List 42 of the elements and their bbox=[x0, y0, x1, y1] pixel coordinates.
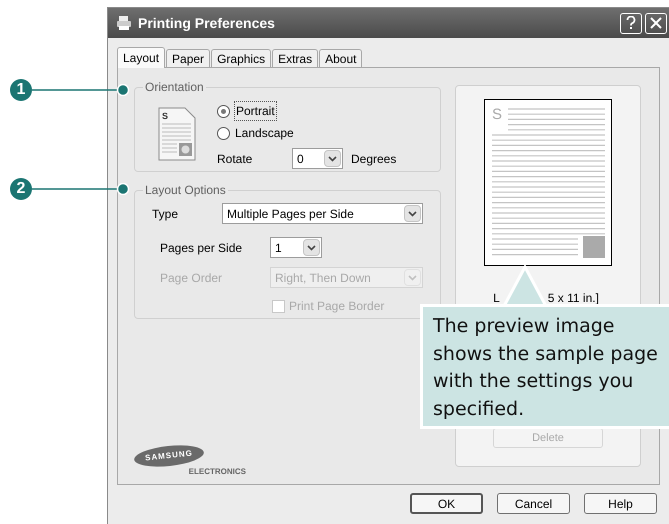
tab[interactable]: Graphics bbox=[211, 49, 272, 67]
paper-size-label: 5 x 11 in.] bbox=[548, 290, 599, 307]
dialog-button[interactable]: Help bbox=[584, 493, 657, 514]
close-icon bbox=[650, 17, 662, 29]
document-icon: S bbox=[157, 106, 197, 162]
paper-size-label: L bbox=[493, 290, 500, 307]
field-label: Pages per Side bbox=[160, 240, 244, 256]
window-title: Printing Preferences bbox=[138, 14, 275, 33]
dropdown-arrow-button[interactable] bbox=[324, 150, 341, 167]
help-title-button[interactable] bbox=[620, 12, 642, 34]
question-mark-icon bbox=[626, 16, 636, 30]
degrees-label: Degrees bbox=[351, 150, 396, 168]
caret-icon bbox=[328, 156, 337, 162]
radio-option[interactable]: Landscape bbox=[217, 124, 396, 142]
field-label: Type bbox=[152, 206, 180, 222]
preview-letter: S bbox=[492, 107, 502, 122]
radio-option[interactable]: Portrait bbox=[217, 102, 396, 120]
caret-icon bbox=[307, 244, 316, 250]
tab[interactable]: Extras bbox=[272, 49, 318, 67]
dropdown-arrow-button[interactable] bbox=[303, 239, 320, 256]
callout-number: 1 bbox=[10, 79, 32, 101]
dialog-button[interactable]: Cancel bbox=[497, 493, 570, 514]
dialog-button[interactable]: OK bbox=[410, 493, 483, 514]
dropdown[interactable]: 0 bbox=[292, 148, 343, 169]
rotate-label: Rotate bbox=[217, 150, 254, 168]
printer-icon bbox=[116, 15, 132, 31]
radio-button[interactable] bbox=[217, 126, 230, 140]
group-title: Layout Options bbox=[144, 182, 227, 199]
dropdown[interactable]: 1 bbox=[270, 237, 322, 258]
tab[interactable]: Layout bbox=[117, 47, 166, 68]
caret-icon bbox=[408, 210, 417, 216]
tooltip: The preview image shows the sample page with the settings you specified. bbox=[420, 304, 669, 429]
dropdown[interactable]: Multiple Pages per Side bbox=[222, 203, 423, 224]
radio-button[interactable] bbox=[217, 104, 230, 118]
dropdown-arrow-button[interactable] bbox=[404, 205, 421, 222]
tab[interactable]: About bbox=[319, 49, 362, 67]
callout-number: 2 bbox=[10, 178, 32, 200]
tab[interactable]: Paper bbox=[166, 49, 210, 67]
field-label: Page Order bbox=[160, 270, 224, 286]
close-button[interactable] bbox=[645, 12, 667, 34]
caret-icon bbox=[408, 274, 417, 280]
group-title: Orientation bbox=[144, 79, 205, 96]
